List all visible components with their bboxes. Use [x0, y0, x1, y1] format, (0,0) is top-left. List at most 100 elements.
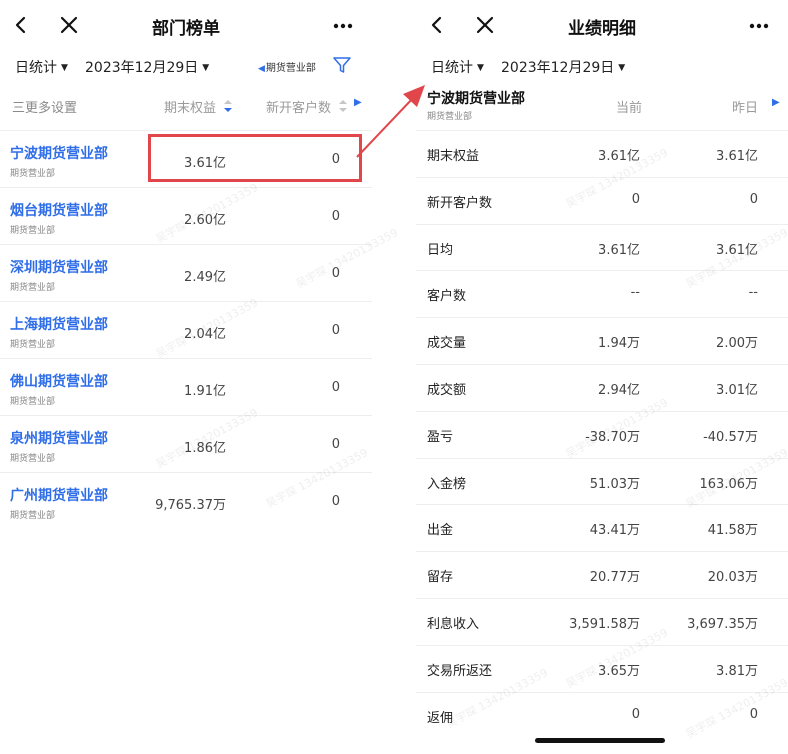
sort-new-customers-column[interactable]: 新开客户数	[266, 97, 348, 116]
stat-period-dropdown[interactable]: 日统计 ▼	[15, 57, 68, 77]
metric-current-value: 3.65万	[598, 663, 640, 679]
new-customers-value: 0	[331, 323, 340, 338]
metric-current-value: 43.41万	[589, 523, 640, 539]
metric-label: 盈亏	[427, 429, 454, 445]
metric-row: 入金榜 51.03万 163.06万	[416, 457, 788, 505]
metric-current-value: 1.94万	[598, 336, 640, 352]
department-type: 期货营业部	[10, 454, 56, 464]
filter-funnel-icon[interactable]	[332, 55, 352, 75]
sort-icon	[339, 100, 348, 112]
metric-label: 客户数	[427, 289, 467, 305]
equity-value: 1.86亿	[184, 441, 226, 456]
date-dropdown[interactable]: 2023年12月29日 ▼	[85, 57, 209, 77]
metric-current-value: 3.61亿	[598, 242, 640, 258]
ranking-column-header: 三更多设置 期末权益 新开客户数 ▶	[0, 84, 372, 130]
metric-row: 盈亏 -38.70万 -40.57万	[416, 410, 788, 458]
caret-down-icon: ▼	[61, 63, 68, 73]
metric-previous-value: 3.61亿	[716, 149, 758, 164]
date-dropdown[interactable]: 2023年12月29日 ▼	[501, 57, 625, 77]
sort-descending-icon	[224, 100, 233, 112]
date-label: 2023年12月29日	[85, 60, 199, 76]
metric-previous-value: 41.58万	[707, 523, 758, 539]
metric-row: 交易所返还 3.65万 3.81万	[416, 644, 788, 692]
department-name: 深圳期货营业部	[10, 260, 108, 276]
equity-value: 2.04亿	[184, 327, 226, 342]
page-title: 部门榜单	[152, 19, 220, 39]
metric-current-value: -38.70万	[585, 429, 640, 445]
right-filter-bar: 日统计 ▼ 2023年12月29日 ▼	[416, 50, 788, 84]
equity-column-label: 期末权益	[164, 101, 217, 116]
stat-period-label: 日统计	[431, 60, 473, 76]
metric-row: 返佣 0 0	[416, 691, 788, 739]
metric-previous-value: 20.03万	[707, 570, 758, 586]
metrics-table: 期末权益 3.61亿 3.61亿 新开客户数 0 0 日均 3.61亿 3.61亿 客户数 -- --…	[416, 130, 788, 738]
department-type: 期货营业部	[427, 112, 473, 122]
metric-row: 期末权益 3.61亿 3.61亿	[416, 130, 788, 177]
table-row[interactable]: 佛山期货营业部 期货营业部 1.91亿 0	[0, 358, 372, 415]
more-options-icon[interactable]	[744, 12, 774, 38]
table-row[interactable]: 烟台期货营业部 期货营业部 2.60亿 0	[0, 187, 372, 244]
department-name: 广州期货营业部	[10, 488, 108, 504]
stat-period-label: 日统计	[15, 60, 57, 76]
current-column-label: 当前	[616, 101, 643, 116]
metric-current-value: 3.61亿	[598, 149, 640, 164]
metric-row: 客户数 -- --	[416, 270, 788, 317]
table-row[interactable]: 广州期货营业部 期货营业部 9,765.37万 0	[0, 472, 372, 529]
more-options-icon[interactable]	[328, 12, 358, 38]
department-type: 期货营业部	[10, 283, 56, 293]
stat-period-dropdown[interactable]: 日统计 ▼	[431, 57, 484, 77]
metric-previous-value: 3.61亿	[716, 242, 758, 258]
department-type: 期货营业部	[10, 169, 56, 179]
sort-equity-column[interactable]: 期末权益	[164, 97, 233, 116]
dept-type-label: 期货营业部	[265, 63, 316, 74]
metric-previous-value: 3,697.35万	[687, 616, 758, 632]
date-label: 2023年12月29日	[501, 60, 615, 76]
metric-previous-value: 163.06万	[699, 476, 759, 492]
home-indicator-bar	[535, 738, 665, 743]
department-name: 宁波期货营业部	[427, 91, 525, 107]
metric-label: 成交量	[427, 336, 467, 352]
table-row[interactable]: 泉州期货营业部 期货营业部 1.86亿 0	[0, 415, 372, 472]
previous-column-label: 昨日	[732, 101, 759, 116]
metric-previous-value: --	[748, 285, 758, 301]
more-settings-button[interactable]: 三更多设置	[12, 97, 77, 116]
new-customers-value: 0	[331, 380, 340, 395]
right-navbar: 业绩明细	[416, 0, 788, 50]
table-row[interactable]: 上海期货营业部 期货营业部 2.04亿 0	[0, 301, 372, 358]
performance-detail-panel: 业绩明细 日统计 ▼ 2023年12月29日 ▼ 宁波期货营业部 期货营业部 当前 …	[416, 0, 788, 754]
department-type: 期货营业部	[10, 397, 56, 407]
department-name: 宁波期货营业部	[10, 146, 108, 162]
new-customers-value: 0	[331, 152, 340, 167]
department-name: 烟台期货营业部	[10, 203, 108, 219]
dept-type-toggle[interactable]: ◀期货营业部	[258, 59, 316, 74]
table-row[interactable]: 深圳期货营业部 期货营业部 2.49亿 0	[0, 244, 372, 301]
metric-previous-value: 3.81万	[716, 663, 758, 679]
metric-previous-value: 3.01亿	[716, 382, 758, 398]
department-type: 期货营业部	[10, 340, 56, 350]
equity-value: 9,765.37万	[155, 498, 226, 513]
metric-current-value: 51.03万	[589, 476, 640, 492]
caret-down-icon: ▼	[202, 63, 210, 73]
metric-row: 利息收入 3,591.58万 3,697.35万	[416, 597, 788, 645]
department-type: 期货营业部	[10, 511, 56, 521]
metric-current-value: --	[630, 285, 640, 301]
metric-previous-value: 0	[749, 706, 758, 722]
metric-label: 交易所返还	[427, 663, 493, 679]
metric-label: 日均	[427, 242, 454, 258]
metric-current-value: 20.77万	[589, 570, 640, 586]
detail-header: 宁波期货营业部 期货营业部 当前 昨日 ▶	[416, 84, 788, 130]
new-customers-column-label: 新开客户数	[266, 101, 332, 116]
new-customers-value: 0	[331, 266, 340, 281]
next-columns-arrow-icon[interactable]: ▶	[772, 97, 780, 108]
next-columns-arrow-icon[interactable]: ▶	[354, 97, 362, 108]
ranking-list: 宁波期货营业部 期货营业部 3.61亿 0 烟台期货营业部 期货营业部 2.60亿 0 深圳期货…	[0, 130, 372, 529]
table-row[interactable]: 宁波期货营业部 期货营业部 3.61亿 0	[0, 130, 372, 187]
triangle-left-icon: ◀	[258, 64, 265, 74]
metric-previous-value: 2.00万	[716, 336, 758, 352]
metric-current-value: 2.94亿	[598, 382, 640, 398]
metric-previous-value: 0	[749, 191, 758, 207]
department-name: 佛山期货营业部	[10, 374, 108, 390]
metric-label: 入金榜	[427, 476, 467, 492]
metric-row: 成交额 2.94亿 3.01亿	[416, 363, 788, 411]
metric-label: 成交额	[427, 382, 467, 398]
